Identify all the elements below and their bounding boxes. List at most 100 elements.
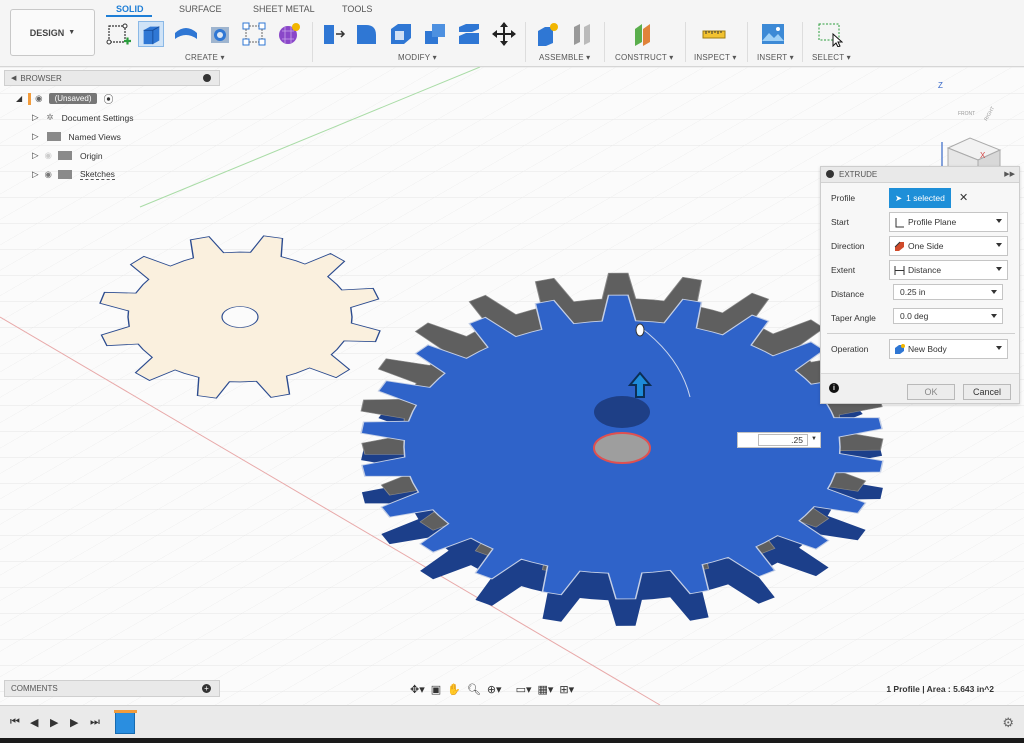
go-to-start-icon[interactable]: ⏮: [10, 716, 20, 729]
combine-icon[interactable]: [422, 21, 448, 47]
timeline-marker[interactable]: [114, 710, 137, 713]
comments-panel[interactable]: COMMENTS +: [4, 680, 220, 697]
joint-icon[interactable]: [569, 21, 595, 47]
offset-plane-icon[interactable]: [630, 21, 656, 47]
tree-item-label: Origin: [79, 150, 103, 161]
tab-surface[interactable]: SURFACE: [179, 4, 222, 14]
insert-image-icon[interactable]: [760, 21, 786, 47]
extent-value: Distance: [908, 265, 942, 275]
tab-tools[interactable]: TOOLS: [342, 4, 372, 14]
shell-icon[interactable]: [388, 21, 414, 47]
hole-icon[interactable]: [208, 21, 234, 47]
revolve-icon[interactable]: [173, 21, 199, 47]
look-at-icon[interactable]: ▣: [431, 683, 441, 696]
select-group-label[interactable]: SELECT ▾: [812, 53, 851, 62]
dimension-value[interactable]: .25: [758, 434, 808, 446]
profile-plane-icon: [895, 218, 904, 228]
manipulator-handle[interactable]: [635, 323, 645, 337]
viewcube-front-label[interactable]: FRONT: [958, 111, 975, 117]
extrude-dialog-header[interactable]: EXTRUDE ▶▶: [821, 167, 1019, 183]
expand-arrow-icon[interactable]: ▷: [32, 112, 39, 123]
clear-selection-icon[interactable]: ✕: [959, 191, 968, 204]
tab-sheet-metal[interactable]: SHEET METAL: [253, 4, 315, 14]
distance-dimension-input[interactable]: .25 ▼: [737, 432, 821, 448]
direction-select[interactable]: One Side: [889, 236, 1008, 256]
tree-item-sketches[interactable]: ▷ ◉ Sketches: [4, 165, 220, 184]
separator: [525, 22, 526, 62]
workspace-switcher[interactable]: DESIGN ▼: [10, 9, 95, 56]
chevron-down-icon: ▼: [68, 29, 76, 36]
profile-selection-button[interactable]: ➤ 1 selected: [889, 188, 951, 208]
expand-dialog-icon[interactable]: ▶▶: [1004, 170, 1015, 178]
extent-row: Extent Distance: [821, 260, 1021, 280]
inspect-group-label[interactable]: INSPECT ▾: [694, 53, 737, 62]
divider: [827, 333, 1015, 334]
extrude-icon[interactable]: [138, 21, 164, 47]
add-comment-icon[interactable]: +: [202, 684, 211, 693]
go-to-end-icon[interactable]: ⏭: [90, 716, 100, 729]
visibility-eye-icon[interactable]: ◉: [35, 93, 42, 104]
display-settings-icon[interactable]: ▭▾: [516, 683, 532, 696]
pattern-icon[interactable]: [241, 21, 267, 47]
expand-arrow-icon[interactable]: ▷: [32, 169, 39, 180]
visibility-eye-icon[interactable]: ◉: [45, 169, 52, 180]
viewports-icon[interactable]: ⊞▾: [559, 683, 574, 696]
fillet-icon[interactable]: [354, 21, 380, 47]
expand-arrow-icon[interactable]: ▷: [32, 150, 39, 161]
tree-item-origin[interactable]: ▷ ◉ Origin: [4, 146, 220, 165]
select-icon[interactable]: [817, 21, 843, 47]
separator: [312, 22, 313, 62]
start-select[interactable]: Profile Plane: [889, 212, 1008, 232]
construct-group-label[interactable]: CONSTRUCT ▾: [615, 53, 674, 62]
assemble-group-label[interactable]: ASSEMBLE ▾: [539, 53, 590, 62]
taper-angle-input[interactable]: 0.0 deg: [893, 308, 1003, 324]
close-dialog-icon[interactable]: [826, 170, 834, 178]
tab-solid[interactable]: SOLID: [116, 4, 144, 14]
tree-root[interactable]: ◢ ◉ (Unsaved) ⦿: [4, 89, 220, 108]
operation-select[interactable]: New Body: [889, 339, 1008, 359]
timeline-settings-gear-icon[interactable]: ⚙: [1002, 715, 1014, 731]
move-icon[interactable]: [491, 21, 517, 47]
extent-select[interactable]: Distance: [889, 260, 1008, 280]
comments-header[interactable]: COMMENTS +: [4, 680, 220, 697]
zoom-window-icon[interactable]: ⊕▾: [487, 683, 502, 696]
measure-icon[interactable]: [701, 21, 727, 47]
pin-icon[interactable]: [203, 74, 211, 82]
tree-item-document-settings[interactable]: ▷ ✲ Document Settings: [4, 108, 220, 127]
orbit-icon[interactable]: ✥▾: [410, 683, 425, 696]
expand-arrow-icon[interactable]: ▷: [32, 131, 39, 142]
press-pull-icon[interactable]: [320, 21, 346, 47]
direction-value: One Side: [908, 241, 944, 251]
collapse-icon[interactable]: ◀: [11, 74, 16, 82]
zoom-icon[interactable]: 🔍︎: [467, 683, 481, 696]
create-group-label[interactable]: CREATE ▾: [185, 53, 225, 62]
operation-label: Operation: [831, 344, 869, 354]
step-forward-icon[interactable]: ▶: [70, 716, 78, 729]
play-icon[interactable]: ▶: [50, 716, 58, 729]
pan-hand-icon[interactable]: ✋: [447, 683, 461, 696]
bore-profile-selected[interactable]: [593, 432, 651, 464]
split-body-icon[interactable]: [456, 21, 482, 47]
browser-header[interactable]: ◀ BROWSER: [4, 70, 220, 86]
taskbar-strip: [0, 738, 1024, 743]
create-form-icon[interactable]: [276, 21, 302, 47]
visibility-eye-icon[interactable]: ◉: [45, 150, 52, 161]
info-icon[interactable]: i: [829, 383, 839, 393]
modify-group-label[interactable]: MODIFY ▾: [398, 53, 437, 62]
chevron-down-icon[interactable]: ▼: [811, 436, 817, 442]
new-component-icon[interactable]: [535, 21, 561, 47]
cancel-button[interactable]: Cancel: [963, 384, 1011, 400]
distance-input[interactable]: 0.25 in: [893, 284, 1003, 300]
ok-button[interactable]: OK: [907, 384, 955, 400]
timeline-sketch-feature[interactable]: [115, 712, 135, 734]
expand-toggle-icon[interactable]: ◢: [16, 94, 22, 103]
grid-settings-icon[interactable]: ▦▾: [538, 683, 554, 696]
create-sketch-icon[interactable]: [106, 21, 132, 47]
insert-group-label[interactable]: INSERT ▾: [757, 53, 794, 62]
activate-radio-icon[interactable]: ⦿: [103, 91, 113, 106]
step-back-icon[interactable]: ◀: [30, 716, 38, 729]
comments-title: COMMENTS: [11, 684, 58, 693]
tree-item-named-views[interactable]: ▷ Named Views: [4, 127, 220, 146]
sketch-gear-profile[interactable]: [99, 235, 381, 399]
folder-icon: [57, 170, 72, 179]
